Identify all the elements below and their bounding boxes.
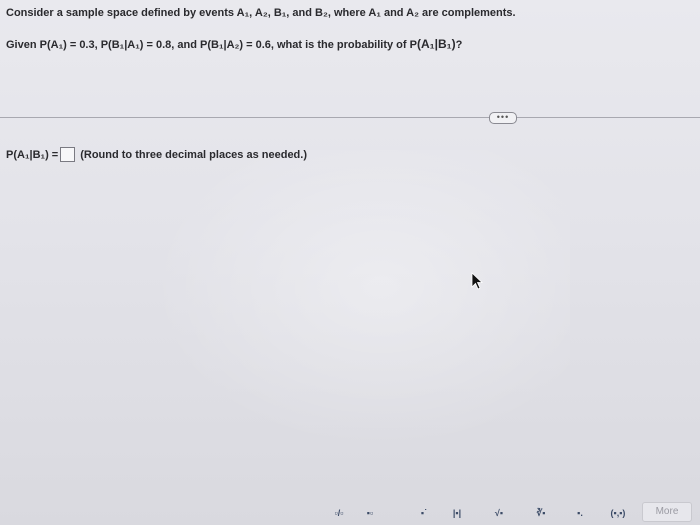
- expand-dots-button[interactable]: •••: [489, 112, 517, 124]
- more-button[interactable]: More: [642, 502, 692, 522]
- question-intro: Consider a sample space defined by event…: [6, 7, 516, 19]
- question-end: ?: [455, 39, 463, 51]
- answer-row: P(A₁|B₁) = (Round to three decimal place…: [6, 147, 307, 162]
- answer-label: P(A₁|B₁) =: [6, 148, 59, 161]
- question-target: (A₁|B₁): [416, 37, 456, 51]
- mouse-pointer-icon: [471, 272, 484, 290]
- ordered-pair-button[interactable]: (▪,▪): [604, 504, 632, 522]
- section-divider: [0, 117, 700, 118]
- nth-root-button[interactable]: ∛▪: [530, 504, 552, 522]
- answer-input[interactable]: [60, 147, 76, 162]
- decimal-button[interactable]: ▪.: [570, 504, 590, 522]
- mixed-number-button[interactable]: ▪▫: [360, 504, 380, 522]
- sqrt-button[interactable]: √▪: [488, 504, 510, 522]
- exponent-button[interactable]: ▪˙: [414, 504, 434, 522]
- question-given-text: Given P(A₁) = 0.3, P(B₁|A₁) = 0.8, and P…: [6, 39, 417, 51]
- absolute-value-button[interactable]: |▪|: [446, 504, 468, 522]
- question-given: Given P(A₁) = 0.3, P(B₁|A₁) = 0.8, and P…: [6, 37, 462, 51]
- rounding-hint: (Round to three decimal places as needed…: [80, 148, 307, 161]
- fraction-button[interactable]: ▫/▫: [330, 504, 348, 522]
- screen-glare: [150, 150, 570, 450]
